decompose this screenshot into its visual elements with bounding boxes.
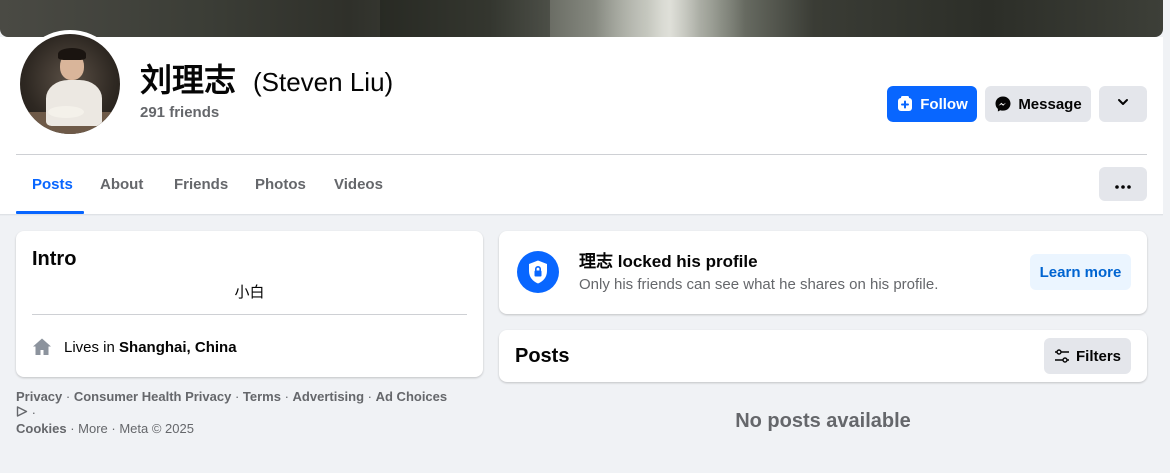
follow-button[interactable]: Follow [887,86,977,122]
message-label: Message [1018,95,1082,113]
follow-icon [896,95,914,113]
posts-header-card: Posts Filters [499,330,1147,382]
intro-bio: 小白 [234,284,265,301]
tab-friends[interactable]: Friends [174,170,228,200]
profile-alternate-name: (Steven Liu) [253,67,394,97]
learn-more-button[interactable]: Learn more [1030,254,1131,290]
locked-title-text: locked his profile [613,252,758,271]
footer-link-health-privacy[interactable]: Consumer Health Privacy [74,389,232,404]
locked-profile-card: 理志 locked his profile Only his friends c… [499,231,1147,314]
more-options-button[interactable] [1099,86,1147,122]
locked-subtitle: Only his friends can see what he shares … [579,276,939,293]
footer-link-advertising[interactable]: Advertising [293,389,365,404]
filters-icon [1054,348,1070,364]
filters-button[interactable]: Filters [1044,338,1131,374]
locked-title-name: 理志 [579,252,613,271]
chevron-down-icon [1116,95,1130,113]
header-divider [16,154,1147,155]
cover-rock [380,0,550,37]
cover-waterfall [595,0,745,37]
more-dots-icon [1115,176,1131,193]
intro-divider [32,314,467,315]
lives-prefix: Lives in [64,338,120,356]
active-tab-indicator [16,211,84,214]
footer-link-privacy[interactable]: Privacy [16,389,62,404]
shield-lock-icon [517,251,559,293]
avatar-plate [48,106,84,118]
cover-photo[interactable] [0,0,1163,37]
locked-title: 理志 locked his profile [579,251,758,273]
message-button[interactable]: Message [985,86,1091,122]
tab-about[interactable]: About [100,170,143,200]
header-shadow [0,214,1163,216]
avatar[interactable] [20,34,120,134]
filters-label: Filters [1075,347,1121,365]
ad-choices-icon [16,405,32,420]
no-posts-message: No posts available [735,410,911,432]
lives-in-row: Lives in Shanghai, China [32,335,237,359]
home-icon [32,337,52,357]
footer-link-more[interactable]: More [78,421,108,436]
footer-link-cookies[interactable]: Cookies [16,421,67,436]
intro-card: Intro 小白 Lives in Shanghai, China [16,231,483,377]
follow-label: Follow [920,95,968,113]
footer-links: Privacy · Consumer Health Privacy · Term… [16,389,448,436]
avatar-hair [58,48,86,60]
footer-copyright: Meta © 2025 [119,421,194,436]
footer-link-terms[interactable]: Terms [243,389,281,404]
posts-title: Posts [515,345,570,367]
avatar-body [46,80,102,126]
profile-name: 刘理志 [140,62,237,98]
friends-count[interactable]: 291 friends [140,104,219,121]
tab-photos[interactable]: Photos [255,170,306,200]
tab-videos[interactable]: Videos [334,170,383,200]
messenger-icon [994,95,1012,113]
intro-title: Intro [32,248,77,270]
footer-link-ad-choices[interactable]: Ad Choices [376,389,448,404]
tab-posts[interactable]: Posts [32,170,73,200]
tabs-more-button[interactable] [1099,167,1147,201]
lives-city-link[interactable]: Shanghai, China [119,339,237,356]
